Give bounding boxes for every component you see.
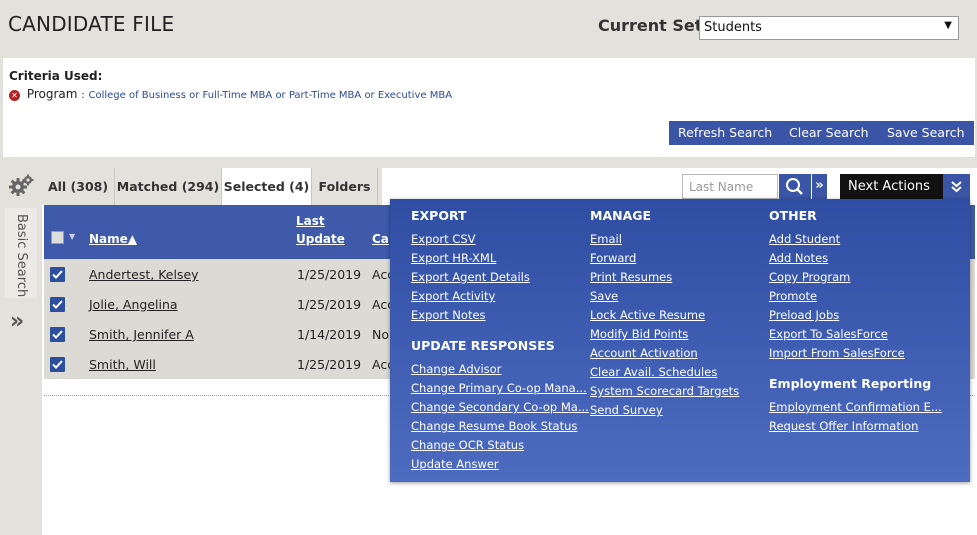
menu-item-import-from-salesforce[interactable]: Import From SalesForce	[769, 346, 905, 360]
menu-item-copy-program[interactable]: Copy Program	[769, 270, 850, 284]
row-checkbox[interactable]	[50, 297, 65, 312]
menu-item-export-activity[interactable]: Export Activity	[411, 289, 495, 303]
menu-heading-other: OTHER	[769, 208, 817, 223]
menu-heading-update-responses: UPDATE RESPONSES	[411, 338, 555, 353]
menu-item-change-ocr-status[interactable]: Change OCR Status	[411, 438, 524, 452]
menu-item-export-notes[interactable]: Export Notes	[411, 308, 486, 322]
criteria-program-value: College of Business or Full-Time MBA or …	[88, 90, 453, 101]
select-menu-caret-icon[interactable]: ▼	[69, 232, 75, 241]
candidate-name-link[interactable]: Smith, Jennifer A	[89, 327, 194, 342]
select-all-checkbox[interactable]	[51, 231, 64, 244]
save-search-button[interactable]: Save Search	[878, 121, 974, 145]
menu-item-clear-avail-schedules[interactable]: Clear Avail. Schedules	[590, 365, 717, 379]
current-set-value: Students	[704, 20, 762, 35]
menu-item-change-advisor[interactable]: Change Advisor	[411, 362, 501, 376]
menu-item-employment-confirmation[interactable]: Employment Confirmation E...	[769, 400, 942, 414]
expand-panel-icon[interactable]: »	[10, 309, 24, 334]
basic-search-toggle[interactable]: Basic Search	[5, 208, 37, 298]
menu-item-promote[interactable]: Promote	[769, 289, 817, 303]
menu-item-request-offer-information[interactable]: Request Offer Information	[769, 419, 918, 433]
search-icon	[786, 178, 803, 195]
basic-search-label: Basic Search	[14, 214, 29, 298]
page-title: CANDIDATE FILE	[8, 12, 175, 36]
row-checkbox[interactable]	[50, 267, 65, 282]
expand-search-button[interactable]: »	[812, 174, 827, 199]
remove-criteria-icon[interactable]: ✕	[9, 90, 20, 101]
tab-folders[interactable]: Folders	[312, 168, 378, 205]
dropdown-arrow-icon: ▼	[944, 20, 952, 31]
column-header-last-update-line2[interactable]: Update	[296, 232, 345, 246]
criteria-program-label: Program	[26, 87, 78, 101]
criteria-label: Criteria Used:	[9, 69, 103, 83]
criteria-panel: Criteria Used: ✕ Program : College of Bu…	[3, 58, 975, 157]
refresh-search-button[interactable]: Refresh Search	[669, 121, 782, 145]
criteria-program-row: ✕ Program : College of Business or Full-…	[9, 87, 452, 101]
tab-bar: All (308) Matched (294) Selected (4) Fol…	[42, 168, 382, 205]
tab-all[interactable]: All (308)	[42, 168, 115, 205]
menu-item-export-to-salesforce[interactable]: Export To SalesForce	[769, 327, 888, 341]
menu-item-add-student[interactable]: Add Student	[769, 232, 840, 246]
last-update-cell: 1/25/2019	[297, 297, 362, 312]
criteria-separator: :	[81, 90, 85, 101]
column-header-last-update[interactable]: Last	[296, 214, 325, 228]
next-actions-button[interactable]: Next Actions	[840, 174, 943, 199]
menu-heading-manage: MANAGE	[590, 208, 652, 223]
menu-item-forward[interactable]: Forward	[590, 251, 636, 265]
menu-item-print-resumes[interactable]: Print Resumes	[590, 270, 672, 284]
menu-heading-export: EXPORT	[411, 208, 467, 223]
left-rail: Basic Search »	[3, 168, 39, 535]
column-header-third[interactable]: Ca	[372, 232, 389, 246]
gear-icon[interactable]	[7, 172, 35, 200]
next-actions-menu: EXPORT Export CSV Export HR-XML Export A…	[390, 199, 970, 482]
search-button[interactable]	[779, 174, 811, 199]
menu-item-email[interactable]: Email	[590, 232, 622, 246]
menu-item-account-activation[interactable]: Account Activation	[590, 346, 698, 360]
menu-item-add-notes[interactable]: Add Notes	[769, 251, 828, 265]
column-header-name[interactable]: Name▲	[89, 232, 137, 246]
menu-item-preload-jobs[interactable]: Preload Jobs	[769, 308, 839, 322]
last-update-cell: 1/14/2019	[297, 327, 362, 342]
clear-search-button[interactable]: Clear Search	[780, 121, 878, 145]
current-set-label: Current Set:	[598, 16, 709, 35]
menu-item-update-answer[interactable]: Update Answer	[411, 457, 499, 471]
menu-item-modify-bid-points[interactable]: Modify Bid Points	[590, 327, 688, 341]
tab-matched[interactable]: Matched (294)	[115, 168, 222, 205]
menu-item-lock-active-resume[interactable]: Lock Active Resume	[590, 308, 705, 322]
menu-item-change-secondary-coop[interactable]: Change Secondary Co-op Ma...	[411, 400, 589, 414]
current-set-select[interactable]: Students ▼	[699, 16, 959, 40]
next-actions-chevron-icon[interactable]	[943, 174, 970, 199]
row-checkbox[interactable]	[50, 327, 65, 342]
menu-item-save[interactable]: Save	[590, 289, 618, 303]
menu-item-change-primary-coop[interactable]: Change Primary Co-op Mana...	[411, 381, 587, 395]
menu-heading-employment-reporting: Employment Reporting	[769, 376, 932, 391]
menu-item-send-survey[interactable]: Send Survey	[590, 403, 663, 417]
last-name-search-input[interactable]: Last Name	[682, 174, 778, 199]
menu-item-export-agent-details[interactable]: Export Agent Details	[411, 270, 530, 284]
last-update-cell: 1/25/2019	[297, 357, 362, 372]
candidate-name-link[interactable]: Smith, Will	[89, 357, 156, 372]
menu-item-change-resume-book-status[interactable]: Change Resume Book Status	[411, 419, 577, 433]
tab-selected[interactable]: Selected (4)	[222, 168, 312, 205]
menu-item-export-hr-xml[interactable]: Export HR-XML	[411, 251, 496, 265]
candidate-name-link[interactable]: Jolie, Angelina	[89, 297, 178, 312]
candidate-name-link[interactable]: Andertest, Kelsey	[89, 267, 199, 282]
menu-item-system-scorecard-targets[interactable]: System Scorecard Targets	[590, 384, 739, 398]
status-cell: No	[372, 327, 389, 342]
menu-item-export-csv[interactable]: Export CSV	[411, 232, 476, 246]
row-checkbox[interactable]	[50, 357, 65, 372]
last-update-cell: 1/25/2019	[297, 267, 362, 282]
